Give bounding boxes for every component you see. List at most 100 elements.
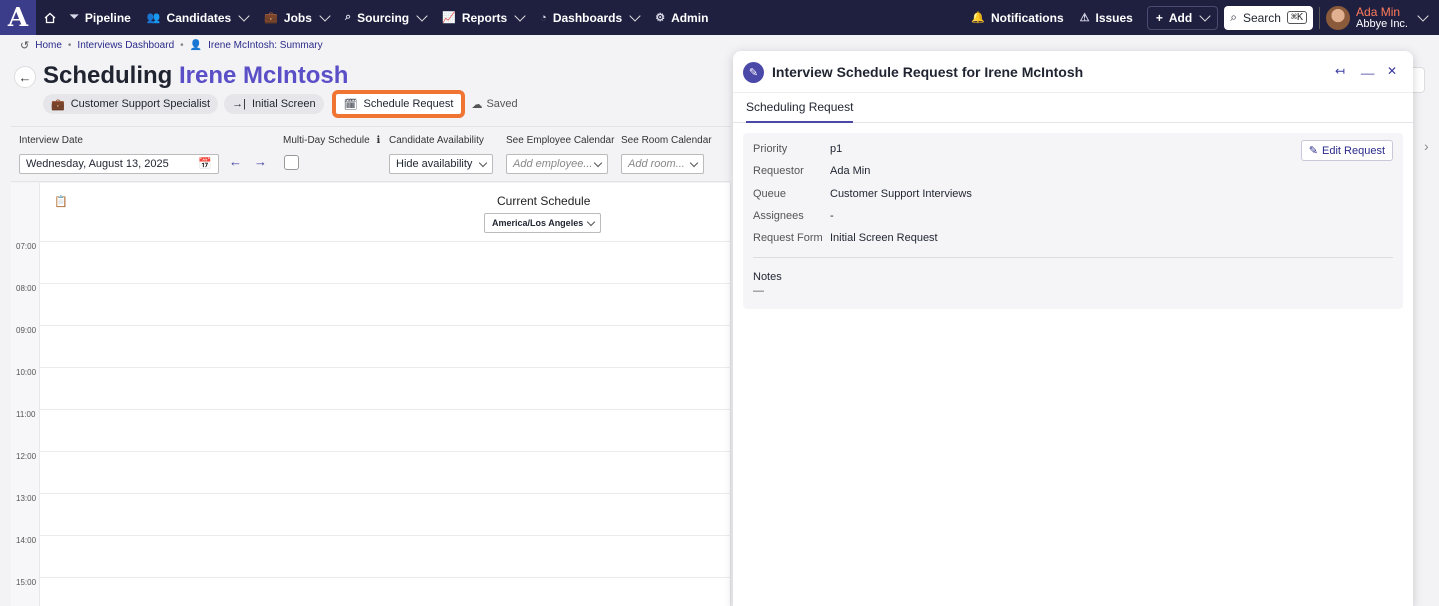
detail-row-assignees: Assignees -: [753, 210, 834, 222]
interview-date-input[interactable]: Wednesday, August 13, 2025 📅: [19, 154, 219, 174]
hour-label: 10:00: [16, 368, 37, 377]
employee-calendar-select[interactable]: Add employee...: [506, 154, 608, 174]
chevron-down-icon: [629, 9, 641, 22]
divider: [753, 257, 1393, 258]
panel-header: ✎ Interview Schedule Request for Irene M…: [733, 51, 1413, 93]
nav-reports[interactable]: 📈 Reports: [434, 0, 532, 35]
nav-jobs[interactable]: 💼 Jobs: [256, 0, 337, 35]
breadcrumb-home[interactable]: Home: [35, 40, 62, 51]
avatar[interactable]: [1326, 5, 1351, 30]
binoculars-icon: ⌕: [344, 11, 352, 23]
dock-icon[interactable]: ↤: [1335, 64, 1345, 78]
notes-label: Notes: [753, 271, 782, 283]
breadcrumb-separator: •: [67, 40, 72, 51]
previous-day-button[interactable]: ←: [229, 154, 242, 169]
nav-admin[interactable]: ⚙ Admin: [647, 0, 716, 35]
breadcrumb-dashboard[interactable]: Interviews Dashboard: [77, 40, 174, 51]
page-title: Scheduling Irene McIntosh: [43, 62, 349, 89]
hour-line: [40, 535, 731, 536]
chart-icon: 📈: [442, 12, 456, 24]
hour-label: 09:00: [16, 326, 37, 335]
tab-scheduling-request[interactable]: Scheduling Request: [746, 100, 854, 123]
clipboard-icon[interactable]: 📋: [54, 195, 68, 208]
cloud-icon: ☁: [471, 98, 483, 111]
breadcrumb-summary[interactable]: Irene McIntosh: Summary: [208, 40, 322, 51]
hour-label: 12:00: [16, 452, 37, 461]
interview-date-label: Interview Date: [19, 135, 83, 146]
issues-button[interactable]: ⚠ Issues: [1072, 0, 1141, 35]
request-details: Priority p1 Requestor Ada Min Queue Cust…: [743, 133, 1403, 309]
calendar-edit-icon: ✎: [743, 62, 764, 83]
chevron-right-icon[interactable]: ›: [1424, 138, 1429, 154]
home-button[interactable]: [36, 0, 62, 35]
close-icon[interactable]: ✕: [1387, 64, 1397, 78]
edit-request-button[interactable]: ✎ Edit Request: [1300, 140, 1393, 161]
people-icon: 👥: [146, 12, 161, 24]
hour-label: 08:00: [16, 284, 37, 293]
breadcrumb-separator: •: [180, 40, 184, 51]
chevron-down-icon: [478, 158, 488, 168]
employee-calendar-label: See Employee Calendar: [506, 135, 615, 146]
hour-label: 11:00: [16, 410, 36, 419]
detail-row-queue: Queue Customer Support Interviews: [753, 188, 972, 200]
room-calendar-select[interactable]: Add room...: [621, 154, 704, 174]
saved-status: ☁ Saved: [471, 98, 518, 111]
top-nav: A ⏷ Pipeline 👥 Candidates 💼 Jobs ⌕ Sourc…: [0, 0, 1439, 35]
search-button[interactable]: ⌕ Search ⌘K: [1224, 5, 1314, 30]
calendar-title: Current Schedule: [497, 194, 591, 208]
multi-day-label: Multi-Day Schedule ℹ: [283, 135, 381, 146]
app-logo[interactable]: A: [0, 0, 36, 35]
chevron-down-icon[interactable]: [1417, 9, 1429, 22]
nav-pipeline[interactable]: ⏷ Pipeline: [62, 0, 139, 35]
calendar-icon[interactable]: 📅: [198, 157, 212, 170]
next-day-button[interactable]: →: [254, 154, 267, 169]
add-button[interactable]: + Add: [1146, 5, 1219, 30]
header-chips: 💼 Customer Support Specialist →| Initial…: [43, 90, 518, 118]
hour-line: [40, 241, 731, 242]
bell-icon: 🔔: [971, 12, 985, 24]
nav-dashboards[interactable]: ◔ Dashboards: [532, 0, 647, 35]
back-button[interactable]: ←: [14, 66, 36, 88]
briefcase-icon: 💼: [264, 12, 278, 24]
hour-line: [40, 283, 731, 284]
panel-tabs: Scheduling Request: [733, 93, 1413, 123]
schedule-calendar: 📋 Current Schedule America/Los Angeles 0…: [11, 183, 731, 606]
nav-candidates[interactable]: 👥 Candidates: [139, 0, 256, 35]
availability-select[interactable]: Hide availability: [389, 154, 493, 174]
plus-icon: +: [1155, 10, 1163, 25]
multi-day-checkbox[interactable]: [284, 155, 299, 170]
hour-line: [40, 577, 731, 578]
history-icon[interactable]: ↺: [20, 39, 29, 52]
candidate-link[interactable]: Irene McIntosh: [179, 62, 348, 89]
chevron-down-icon: [1199, 9, 1211, 22]
panel-title: Interview Schedule Request for Irene McI…: [772, 64, 1084, 80]
notifications-button[interactable]: 🔔 Notifications: [963, 0, 1071, 35]
gauge-icon: ◔: [540, 11, 547, 24]
stage-chip[interactable]: →| Initial Screen: [224, 94, 324, 114]
briefcase-icon: 💼: [51, 98, 65, 111]
nav-divider: [1319, 6, 1321, 29]
schedule-request-button[interactable]: 🗓 Schedule Request: [331, 90, 466, 118]
nav-sourcing[interactable]: ⌕ Sourcing: [337, 0, 434, 35]
hour-label: 07:00: [16, 242, 37, 251]
minimize-icon[interactable]: __: [1361, 61, 1374, 75]
info-icon[interactable]: ℹ: [377, 135, 381, 146]
chevron-down-icon: [586, 217, 596, 227]
timezone-select[interactable]: America/Los Angeles: [484, 213, 601, 233]
user-menu[interactable]: Ada Min Abbye Inc.: [1356, 6, 1408, 30]
chevron-down-icon: [319, 9, 331, 22]
chevron-down-icon: [593, 158, 603, 168]
detail-row-requestor: Requestor Ada Min: [753, 165, 871, 177]
chevron-down-icon: [689, 158, 699, 168]
collapsed-panel-tab[interactable]: [1413, 67, 1425, 93]
home-icon: [44, 12, 56, 23]
hour-line: [40, 451, 731, 452]
hour-line: [40, 325, 731, 326]
hour-label: 14:00: [16, 536, 37, 545]
job-chip[interactable]: 💼 Customer Support Specialist: [43, 94, 219, 114]
calendar-edit-icon: 🗓: [343, 98, 358, 111]
detail-row-priority: Priority p1: [753, 143, 843, 155]
chevron-down-icon: [514, 9, 526, 22]
availability-label: Candidate Availability: [389, 135, 484, 146]
hour-line: [40, 367, 731, 368]
